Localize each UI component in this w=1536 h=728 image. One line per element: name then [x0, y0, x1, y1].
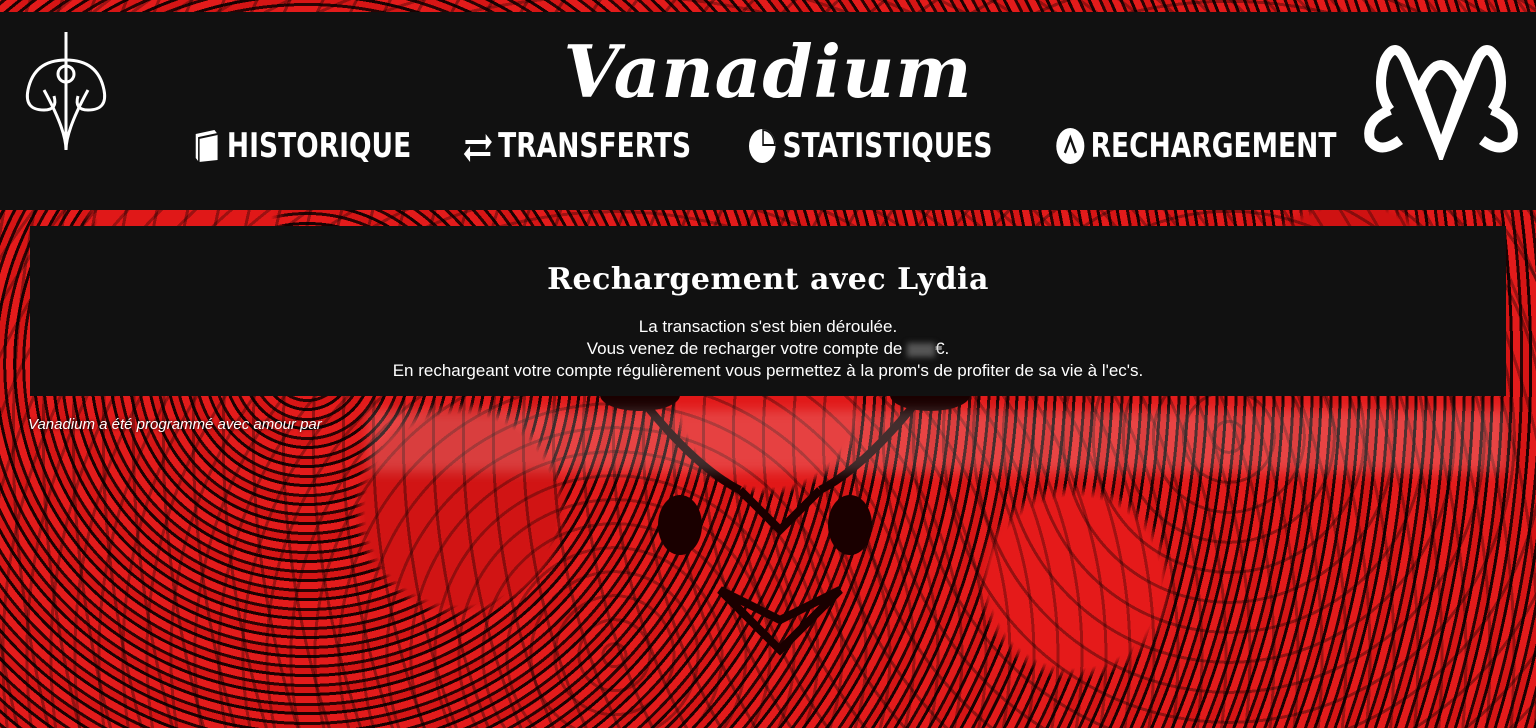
book-icon: [195, 130, 218, 162]
site-header: Vanadium HISTORIQUE TRANSFERTS STATISTIQ…: [0, 12, 1536, 210]
recharge-amount-text: Vous venez de recharger votre compte de …: [30, 338, 1506, 360]
recharge-confirmation-panel: Rechargement avec Lydia La transaction s…: [30, 226, 1506, 396]
lydia-icon: [1056, 128, 1085, 164]
nav-historique[interactable]: HISTORIQUE: [191, 124, 411, 168]
nav-rechargement-label: RECHARGEMENT: [1090, 126, 1337, 166]
nav-transferts[interactable]: TRANSFERTS: [463, 124, 692, 168]
footer-credit: Vanadium a été programmé avec amour par: [28, 416, 322, 433]
recharge-amount-suffix: €.: [935, 339, 950, 358]
monogram-logo[interactable]: [1360, 30, 1522, 160]
pie-chart-icon: [748, 129, 776, 163]
encouragement-text: En rechargeant votre compte régulièremen…: [392, 361, 1144, 380]
nav-statistiques[interactable]: STATISTIQUES: [746, 124, 992, 168]
redacted-credits: [368, 410, 1508, 472]
transaction-success-text: La transaction s'est bien déroulée.: [638, 317, 898, 336]
panel-title: Rechargement avec Lydia: [547, 262, 989, 297]
nav-historique-label: HISTORIQUE: [226, 126, 412, 166]
nav-statistiques-label: STATISTIQUES: [782, 126, 993, 166]
nav-rechargement[interactable]: RECHARGEMENT: [1055, 124, 1337, 168]
exchange-icon: [464, 134, 493, 162]
recharge-amount-prefix: Vous venez de recharger votre compte de: [586, 339, 908, 358]
site-title[interactable]: Vanadium: [0, 32, 1536, 112]
nav-transferts-label: TRANSFERTS: [498, 126, 692, 166]
main-nav: HISTORIQUE TRANSFERTS STATISTIQUES RECHA…: [0, 124, 1536, 168]
redacted-amount: [907, 342, 936, 357]
